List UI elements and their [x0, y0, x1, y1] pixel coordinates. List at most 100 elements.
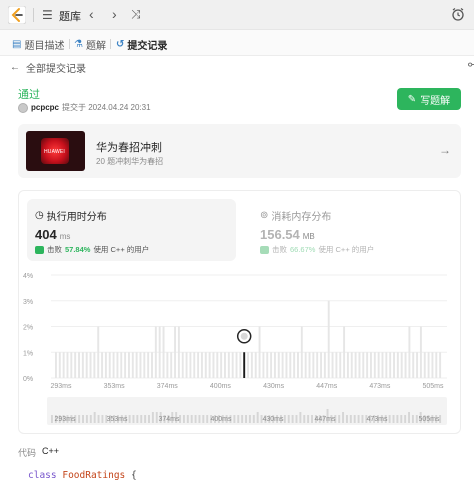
x-tick-label: 430ms	[263, 383, 285, 390]
overview-bar	[194, 415, 197, 423]
study-plan-card[interactable]: HUAWEI 华为春招冲刺 20 题冲刺华为春招 →	[18, 124, 461, 178]
bar	[224, 352, 226, 378]
overview-bar	[89, 415, 92, 423]
bar	[85, 352, 88, 378]
overview-bar	[400, 415, 403, 423]
alarm-clock-icon[interactable]	[450, 6, 466, 22]
leetcode-logo-icon[interactable]	[8, 6, 26, 24]
bar	[297, 352, 299, 378]
bar	[270, 352, 273, 378]
memory-heading-label: 消耗内存分布	[271, 212, 332, 223]
runtime-beat: 击败 57.84% 使用 C++ 的用户	[35, 244, 149, 255]
bar	[262, 352, 265, 378]
top-bar: ☰ 题库 ‹ › ⤨	[0, 0, 474, 30]
overview-bar	[283, 415, 286, 423]
overview-tick-label: 353ms	[106, 416, 128, 423]
clock-icon: ◷	[35, 210, 44, 221]
bar	[81, 352, 84, 378]
bar	[208, 352, 211, 378]
y-tick-label: 2%	[23, 325, 33, 332]
memory-beat-prefix: 击败	[272, 245, 287, 254]
list-icon[interactable]: ☰	[42, 8, 53, 22]
bar	[89, 352, 92, 378]
bar	[370, 352, 372, 378]
submitted-time: 提交于 2024.04.24 20:31	[62, 103, 151, 112]
bar	[404, 352, 407, 378]
bar	[316, 352, 319, 378]
topbar-divider	[33, 8, 34, 22]
bar	[185, 352, 188, 378]
bar	[331, 352, 334, 378]
overview-bar	[404, 415, 407, 423]
overview-bar	[202, 415, 205, 423]
overview-bar	[303, 415, 306, 423]
performance-panel: ◷ 执行用时分布 404 ms 击败 57.84% 使用 C++ 的用户 ⊚ 消耗…	[18, 190, 461, 434]
overview-bar	[78, 415, 81, 423]
overview-bar	[148, 415, 150, 423]
overview-tick-label: 473ms	[366, 416, 388, 423]
bar	[312, 352, 315, 378]
runtime-distribution-chart[interactable]: 0% 1% 2% 3% 4% 293ms 353ms 374ms 400ms 430ms 447ms…	[19, 267, 460, 433]
runtime-beat-percent: 57.84%	[65, 245, 91, 254]
overview-bar	[338, 415, 341, 423]
runtime-beat-suffix: 使用 C++ 的用户	[93, 245, 150, 254]
bar	[300, 326, 303, 378]
bar	[427, 352, 430, 378]
bar	[135, 352, 138, 378]
back-label: 全部提交记录	[26, 64, 86, 75]
bar	[158, 326, 161, 378]
bar	[151, 352, 153, 378]
bar	[139, 352, 142, 378]
tab-solutions[interactable]: ⚗ 题解	[74, 37, 106, 52]
runtime-heading-label: 执行用时分布	[46, 212, 107, 223]
flask-icon: ⚗	[74, 39, 83, 50]
bar	[216, 352, 219, 378]
overview-bar	[248, 415, 251, 423]
bar	[358, 352, 361, 378]
overview-bar	[392, 415, 395, 423]
bar	[362, 352, 365, 378]
avatar[interactable]	[18, 102, 28, 113]
overview-bar	[190, 415, 193, 423]
memory-stat[interactable]: ⊚ 消耗内存分布 156.54 MB 击败 66.67% 使用 C++ 的用户	[252, 199, 442, 261]
bar	[108, 352, 111, 378]
overview-bar	[252, 415, 255, 423]
tab-divider	[110, 39, 111, 49]
shuffle-icon[interactable]: ⤨	[131, 6, 141, 22]
bar	[93, 352, 96, 378]
bar	[373, 352, 376, 378]
overview-bar	[295, 415, 298, 423]
overview-bar	[237, 415, 240, 423]
back-to-all-submissions[interactable]: ← 全部提交记录	[10, 60, 86, 75]
tab-description[interactable]: ▤ 题目描述	[12, 37, 64, 52]
bar	[200, 352, 203, 378]
bar	[116, 352, 119, 378]
chevron-right-icon[interactable]: ›	[112, 6, 117, 22]
bar	[381, 352, 384, 378]
code-line: class FoodRatings {	[28, 470, 137, 481]
bar	[181, 352, 184, 378]
bar	[220, 352, 223, 378]
bar	[162, 326, 165, 378]
runtime-stat[interactable]: ◷ 执行用时分布 404 ms 击败 57.84% 使用 C++ 的用户	[27, 199, 236, 261]
bar	[239, 352, 242, 378]
bar	[197, 352, 200, 378]
tab-submissions[interactable]: ↺ 提交记录	[116, 37, 167, 52]
overview-bar	[357, 415, 360, 423]
chevron-left-icon[interactable]: ‹	[89, 6, 94, 22]
tab-solutions-label: 题解	[85, 41, 106, 52]
overview-bar	[388, 415, 391, 423]
overview-tick-label: 505ms	[418, 416, 440, 423]
username[interactable]: pcpcpc	[31, 103, 59, 112]
bar	[120, 352, 123, 378]
write-solution-button[interactable]: ✎ 写题解	[397, 88, 461, 110]
link-icon[interactable]: ⚯	[468, 58, 474, 72]
bar	[231, 352, 234, 378]
bar	[177, 326, 180, 378]
bar	[396, 352, 399, 378]
plan-title: 华为春招冲刺	[96, 142, 162, 154]
problem-bank-link[interactable]: 题库	[59, 8, 81, 24]
document-icon: ▤	[12, 39, 22, 50]
x-tick-label: 353ms	[104, 383, 126, 390]
y-tick-label: 3%	[23, 299, 33, 306]
